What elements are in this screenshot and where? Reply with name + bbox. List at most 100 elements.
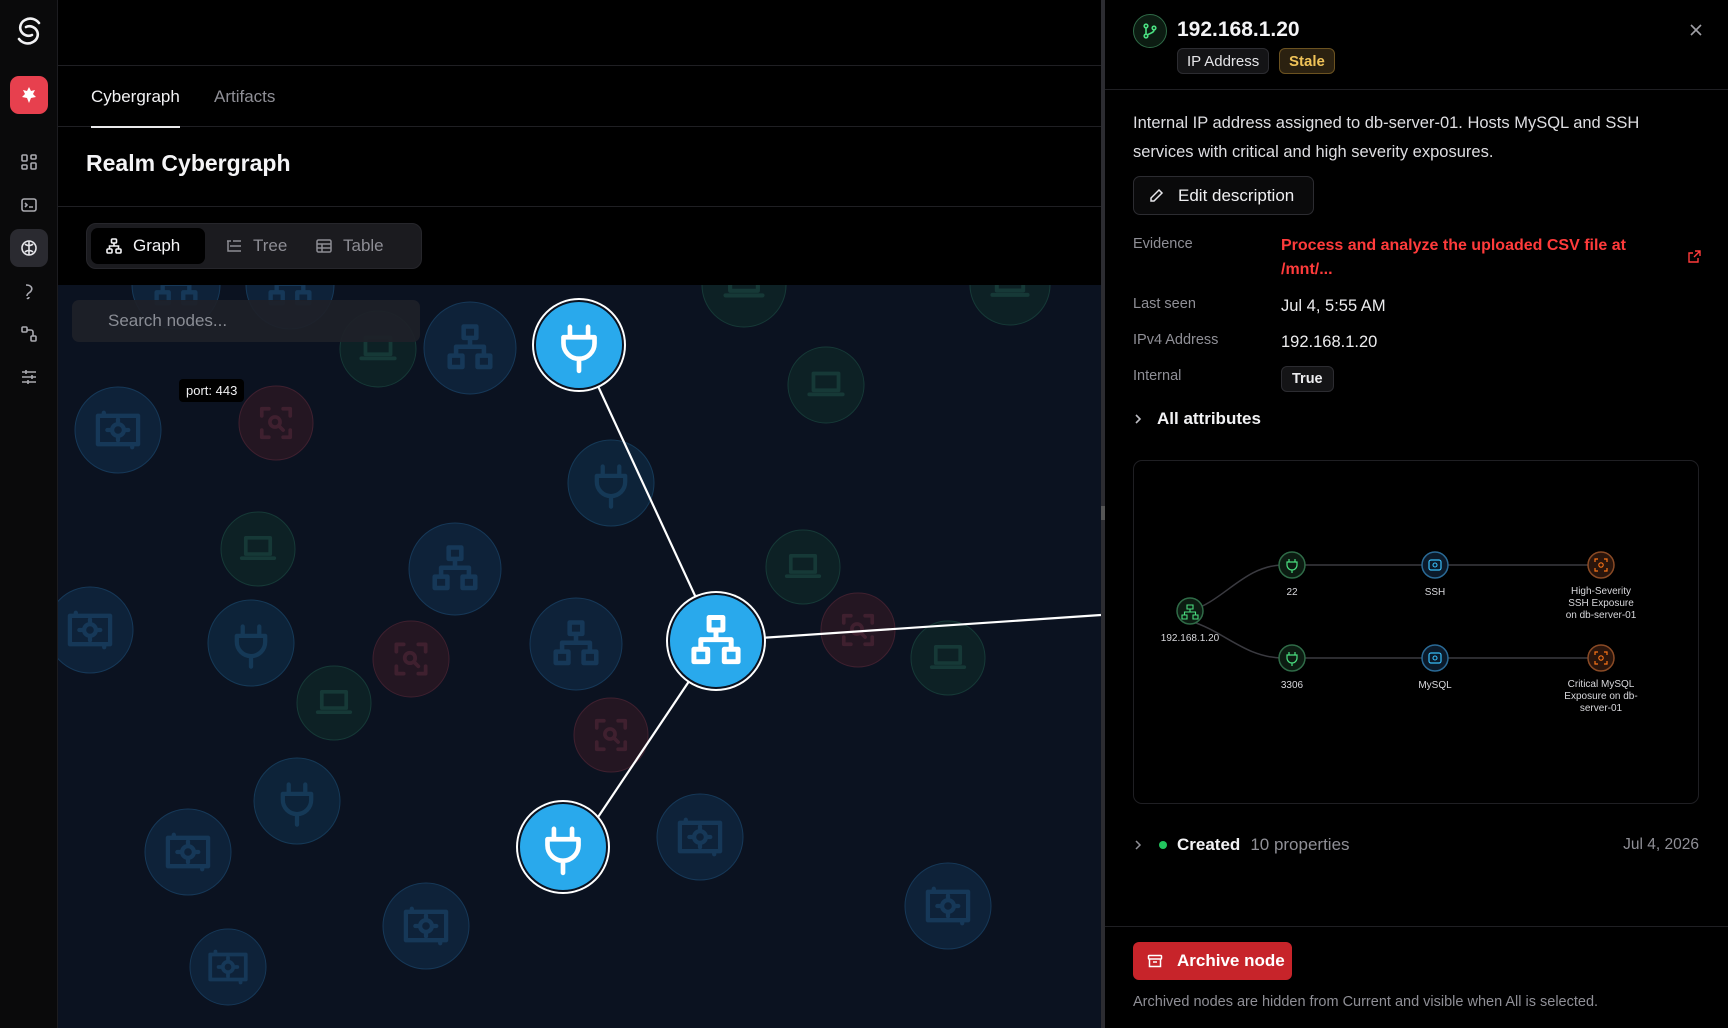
archive-node-label: Archive node	[1177, 951, 1285, 970]
created-label: Created	[1177, 835, 1241, 854]
background-laptop-node[interactable]	[296, 665, 372, 741]
background-hier-node[interactable]	[529, 597, 623, 691]
chevron-right-icon	[1135, 840, 1142, 850]
background-hier-node[interactable]	[408, 522, 502, 616]
view-table-label: Table	[343, 236, 384, 255]
tab-bar: Cybergraph Artifacts	[58, 66, 1101, 128]
background-plug-node[interactable]	[253, 757, 341, 845]
terminal-icon[interactable]	[10, 186, 48, 224]
background-server-node[interactable]	[656, 793, 744, 881]
main-area: Cybergraph Artifacts Realm Cybergraph Gr…	[58, 0, 1101, 1028]
view-tree-label: Tree	[253, 236, 288, 255]
background-server-node[interactable]	[58, 586, 134, 674]
settings-sliders-icon[interactable]	[10, 358, 48, 396]
created-date: Jul 4, 2026	[1623, 836, 1699, 853]
background-server-node[interactable]	[189, 928, 267, 1006]
left-rail	[0, 0, 58, 1028]
footer-divider	[1105, 926, 1728, 927]
view-tree-button[interactable]: Tree	[211, 228, 301, 264]
background-scan-node[interactable]	[372, 620, 450, 698]
archive-icon	[1147, 954, 1163, 968]
close-icon[interactable]	[1684, 18, 1708, 42]
background-laptop-node[interactable]	[910, 620, 986, 696]
evidence-link[interactable]: Process and analyze the uploaded CSV fil…	[1281, 234, 1661, 282]
page-title: Realm Cybergraph	[86, 150, 291, 176]
background-scan-node[interactable]	[238, 385, 314, 461]
mini-mysql-label: MySQL	[1418, 680, 1452, 691]
archive-note: Archived nodes are hidden from Current a…	[1133, 994, 1599, 1010]
node-title: 192.168.1.20	[1177, 18, 1300, 41]
background-laptop-node[interactable]	[787, 346, 865, 424]
relationship-mini-graph[interactable]: 192.168.1.20 22 SSH High-Severity SSH Ex…	[1133, 460, 1699, 804]
view-graph-label: Graph	[133, 236, 181, 255]
selected-ip-node[interactable]	[666, 591, 766, 691]
graph-edge	[715, 613, 1101, 643]
background-server-node[interactable]	[904, 862, 992, 950]
mini-root-node[interactable]	[1176, 597, 1204, 625]
table-icon	[316, 239, 332, 253]
background-hier-node[interactable]	[423, 301, 517, 395]
internal-label: Internal	[1133, 368, 1182, 384]
background-laptop-node[interactable]	[969, 285, 1051, 326]
all-attributes-toggle[interactable]: All attributes	[1133, 409, 1261, 429]
tab-artifacts[interactable]: Artifacts	[214, 66, 275, 127]
mini-port-3306-label: 3306	[1281, 680, 1304, 691]
branch-icon	[1133, 14, 1167, 48]
dashboard-icon[interactable]	[10, 143, 48, 181]
search-input[interactable]: Search nodes...	[72, 300, 420, 342]
node-description: Internal IP address assigned to db-serve…	[1133, 114, 1640, 161]
internal-value: True	[1281, 366, 1334, 392]
hierarchy-icon	[106, 238, 122, 254]
panel-header: 192.168.1.20 IP Address Stale	[1105, 0, 1728, 90]
last-seen-value: Jul 4, 5:55 AM	[1281, 297, 1386, 315]
created-event-row[interactable]: Created 10 properties Jul 4, 2026	[1133, 832, 1699, 858]
edit-description-button[interactable]: Edit description	[1133, 176, 1314, 215]
ipv4-label: IPv4 Address	[1133, 332, 1219, 348]
workspace-badge[interactable]	[10, 76, 48, 114]
tab-cybergraph[interactable]: Cybergraph	[91, 66, 180, 128]
top-bar	[58, 0, 1101, 66]
mini-exposure-mysql-line2: Exposure on db-	[1564, 691, 1637, 702]
mini-exposure-ssh-line2: SSH Exposure	[1568, 598, 1634, 609]
evidence-label: Evidence	[1133, 236, 1193, 252]
mini-exposure-ssh-line3: on db-server-01	[1566, 610, 1637, 621]
ipv4-value: 192.168.1.20	[1281, 333, 1378, 351]
mini-port-22-node[interactable]	[1278, 551, 1306, 579]
mini-ssh-label: SSH	[1425, 587, 1446, 598]
mini-exposure-mysql-node[interactable]	[1587, 644, 1615, 672]
background-server-node[interactable]	[382, 882, 470, 970]
background-plug-node[interactable]	[567, 439, 655, 527]
highlighted-port-node[interactable]	[516, 800, 610, 894]
archive-node-button[interactable]: Archive node	[1133, 942, 1292, 980]
mini-port-22-label: 22	[1286, 587, 1298, 598]
background-laptop-node[interactable]	[220, 511, 296, 587]
background-plug-node[interactable]	[207, 599, 295, 687]
view-graph-button[interactable]: Graph	[91, 228, 205, 264]
mini-ssh-node[interactable]	[1421, 551, 1449, 579]
mini-port-3306-node[interactable]	[1278, 644, 1306, 672]
background-laptop-node[interactable]	[701, 285, 787, 328]
header-divider	[58, 206, 1101, 207]
mini-exposure-ssh-node[interactable]	[1587, 551, 1615, 579]
pencil-icon	[1150, 188, 1164, 202]
highlighted-port-node[interactable]	[532, 298, 626, 392]
mini-exposure-ssh-line1: High-Severity	[1571, 586, 1631, 597]
view-switcher: Graph Tree Table	[86, 223, 422, 269]
edit-description-label: Edit description	[1178, 185, 1295, 205]
cybergraph-brain-icon[interactable]	[10, 229, 48, 267]
mini-root-label: 192.168.1.20	[1161, 633, 1220, 644]
background-server-node[interactable]	[74, 386, 162, 474]
app-logo-icon[interactable]	[12, 14, 46, 48]
workflow-icon[interactable]	[10, 315, 48, 353]
mini-mysql-node[interactable]	[1421, 644, 1449, 672]
graph-canvas[interactable]: Search nodes... port: 443	[58, 285, 1101, 1028]
status-dot	[1159, 841, 1167, 849]
hook-icon[interactable]	[10, 272, 48, 310]
external-link-icon[interactable]	[1688, 250, 1701, 268]
view-table-button[interactable]: Table	[301, 228, 398, 264]
node-tooltip: port: 443	[179, 379, 245, 402]
all-attributes-label: All attributes	[1157, 409, 1261, 428]
background-laptop-node[interactable]	[765, 529, 841, 605]
background-server-node[interactable]	[144, 808, 232, 896]
chevron-right-icon	[1135, 414, 1142, 424]
